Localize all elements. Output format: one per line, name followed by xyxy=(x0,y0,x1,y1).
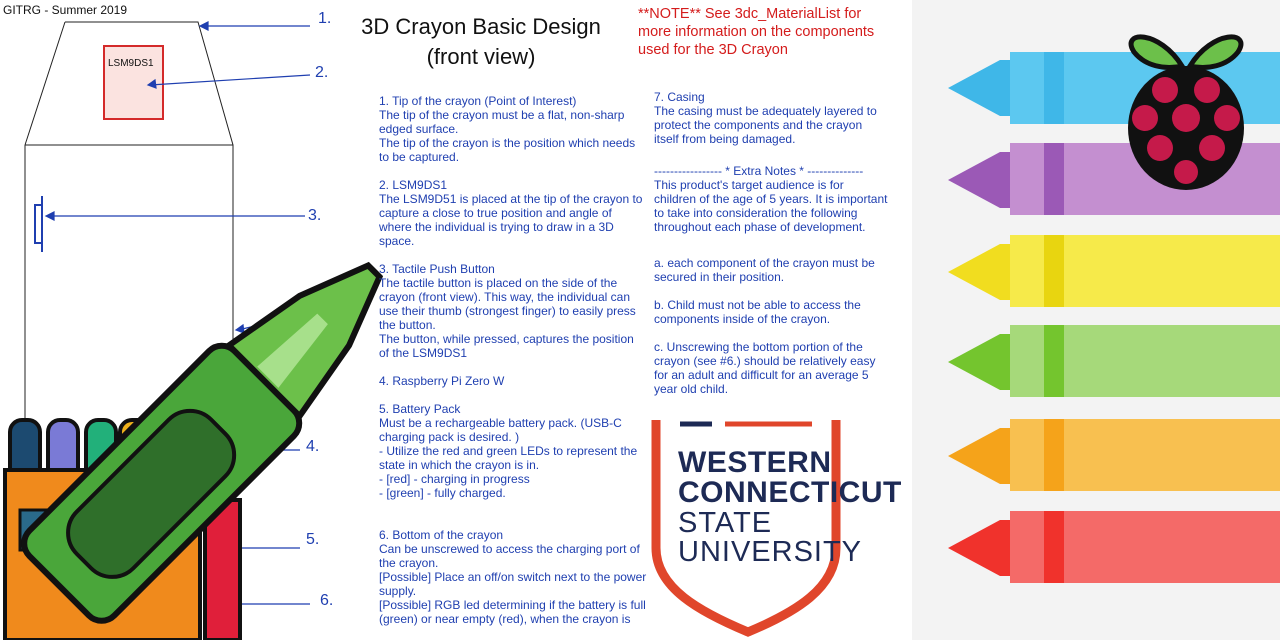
callout-3: 3. xyxy=(308,207,322,224)
callout-1: 1. xyxy=(318,10,332,27)
callout-6: 6. xyxy=(320,592,334,609)
wcsu-line-2: CONNECTICUT xyxy=(678,476,902,509)
push-button-shape xyxy=(34,204,43,244)
header-tag: GITRG - Summer 2019 xyxy=(3,3,128,17)
callout-2: 2. xyxy=(315,64,329,81)
right-column: 7. Casing The casing must be adequately … xyxy=(654,90,889,410)
left-column: 1. Tip of the crayon (Point of Interest)… xyxy=(379,94,647,640)
wcsu-logo: WESTERN CONNECTICUT STATE UNIVERSITY xyxy=(650,420,910,635)
crayon-green xyxy=(948,325,1280,397)
note-c: c. Unscrewing the bottom portion of the … xyxy=(654,340,876,396)
wcsu-line-3: STATE xyxy=(678,507,773,539)
sensor-label: LSM9DS1 xyxy=(108,58,154,69)
design-title: 3D Crayon Basic Design (front view) xyxy=(340,12,622,72)
material-note: **NOTE** See 3dc_MaterialList for more i… xyxy=(638,6,875,58)
callout-5: 5. xyxy=(306,531,320,548)
callout-4: 4. xyxy=(306,438,320,455)
crayon-red xyxy=(948,511,1280,583)
item-sensor: 2. LSM9DS1 The LSM9D51 is placed at the … xyxy=(379,178,643,248)
crayon-yellow xyxy=(948,235,1280,307)
wcsu-line-1: WESTERN xyxy=(678,446,832,479)
note-b: b. Child must not be able to access the … xyxy=(654,298,861,326)
item-button: 3. Tactile Push Button The tactile butto… xyxy=(379,262,636,360)
item-battery: 5. Battery Pack Must be a rechargeable b… xyxy=(379,402,638,500)
title-line-1: 3D Crayon Basic Design xyxy=(361,14,601,39)
title-line-2: (front view) xyxy=(426,44,536,69)
crayon-orange xyxy=(948,419,1280,491)
item-casing: 7. Casing The casing must be adequately … xyxy=(654,90,877,146)
item-tip: 1. Tip of the crayon (Point of Interest)… xyxy=(379,94,636,164)
extra-notes: ----------------- * Extra Notes * ------… xyxy=(654,164,888,234)
wcsu-line-4: UNIVERSITY xyxy=(678,536,863,568)
note-a: a. each component of the crayon must be … xyxy=(654,256,875,284)
item-pi: 4. Raspberry Pi Zero W xyxy=(379,374,505,388)
item-bottom: 6. Bottom of the crayon Can be unscrewed… xyxy=(379,528,647,626)
